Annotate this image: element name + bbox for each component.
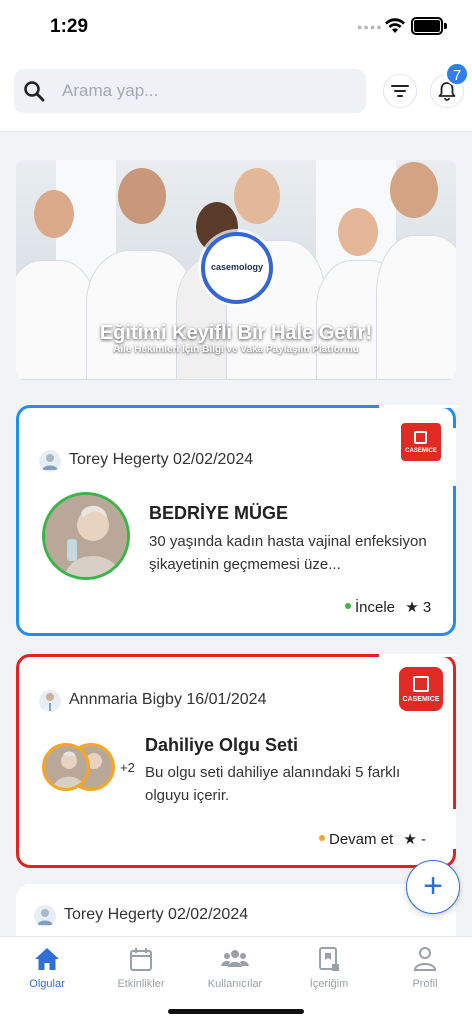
avatar xyxy=(39,450,61,472)
banner-title: Eğitimi Keyifli Bir Hale Getir! xyxy=(99,322,373,344)
doctor-head xyxy=(390,162,438,218)
avatar xyxy=(39,690,61,712)
add-button[interactable]: + xyxy=(406,860,460,914)
tab-iceriklerim[interactable]: İçeriğim xyxy=(282,937,376,1007)
case-set-card[interactable]: Annmaria Bigby 16/01/2024 CASEMICE +2 Da… xyxy=(16,654,459,868)
wifi-icon xyxy=(385,18,405,33)
filter-button[interactable] xyxy=(383,74,417,108)
promo-banner[interactable]: casemology Eğitimi Keyifli Bir Hale Geti… xyxy=(16,160,456,380)
calendar-icon xyxy=(130,948,152,971)
star-icon: ★ xyxy=(405,599,419,616)
doctor-head xyxy=(118,168,166,224)
tab-label: Profil xyxy=(412,978,438,990)
logo-label: CASEMICE xyxy=(402,696,440,703)
battery-icon xyxy=(411,17,443,35)
home-indicator xyxy=(168,1009,304,1014)
case-set-description: Bu olgu seti dahiliye alanındaki 5 farkl… xyxy=(145,764,401,804)
tab-profil[interactable]: Profil xyxy=(378,937,472,1007)
author-name: Annmaria Bigby 16/01/2024 xyxy=(69,691,267,708)
battery-tip xyxy=(444,23,447,29)
tab-etkinlikler[interactable]: Etkinlikler xyxy=(94,937,188,1007)
casemice-logo: CASEMICE xyxy=(401,423,441,461)
tab-olgular[interactable]: Olgular xyxy=(0,937,94,1007)
doctor-figure xyxy=(376,235,456,380)
casemice-logo: CASEMICE xyxy=(399,667,443,711)
home-icon xyxy=(35,948,59,970)
continue-link[interactable]: Devam et xyxy=(329,831,393,848)
case-set-meta: Devam et ★ - xyxy=(319,830,426,848)
case-photo xyxy=(42,743,90,791)
avatar xyxy=(34,905,56,927)
book-icon xyxy=(414,431,427,444)
star-icon: ★ xyxy=(403,831,417,848)
tab-label: İçeriğim xyxy=(309,978,349,990)
status-dot xyxy=(319,835,325,842)
border-gap xyxy=(379,654,459,657)
tab-label: Olgular xyxy=(29,978,65,990)
search-input[interactable] xyxy=(62,69,352,113)
banner-subtitle: Aile Hekimleri İçin Bilgi ve Vaka Paylaş… xyxy=(113,344,359,355)
search-bar[interactable] xyxy=(14,69,366,113)
case-photo[interactable] xyxy=(42,492,130,580)
rating-value: - xyxy=(421,831,426,848)
status-bar: 1:29 ●●●● xyxy=(0,0,472,56)
notification-badge: 7 xyxy=(445,62,469,86)
plus-icon: + xyxy=(423,867,443,905)
review-link[interactable]: İncele xyxy=(355,599,395,616)
doctor-head xyxy=(34,190,74,238)
status-dot xyxy=(345,603,351,610)
tab-label: Etkinlikler xyxy=(117,978,165,990)
book-icon xyxy=(413,676,429,692)
case-card[interactable]: Torey Hegerty 02/02/2024 CASEMICE BEDRİY… xyxy=(16,405,459,636)
author-name: Torey Hegerty 02/02/2024 xyxy=(69,451,254,468)
doctor-figure xyxy=(16,260,96,380)
extra-count: +2 xyxy=(120,760,135,775)
person-icon xyxy=(413,947,437,971)
book-icon xyxy=(319,947,339,971)
tab-kullanicilar[interactable]: Kullanıcılar xyxy=(188,937,282,1007)
users-icon xyxy=(221,950,249,967)
logo-label: CASEMICE xyxy=(405,448,437,454)
logo-text: casemology xyxy=(210,262,264,272)
tab-label: Kullanıcılar xyxy=(207,978,263,990)
status-time: 1:29 xyxy=(50,16,89,37)
doctor-head xyxy=(234,168,280,224)
header: 7 xyxy=(0,56,472,132)
doctor-head xyxy=(338,208,378,256)
case-description: 30 yaşında kadın hasta vajinal enfeksiyo… xyxy=(149,533,427,573)
border-gap xyxy=(453,428,456,486)
signal-icon: ●●●● xyxy=(357,22,383,32)
filter-icon xyxy=(391,85,409,97)
border-gap xyxy=(379,405,459,408)
case-set-title: Dahiliye Olgu Seti xyxy=(145,735,299,755)
author-name: Torey Hegerty 02/02/2024 xyxy=(64,906,249,923)
case-title: BEDRİYE MÜGE xyxy=(149,503,289,523)
border-gap xyxy=(453,809,456,849)
casemology-logo: casemology xyxy=(201,232,273,304)
case-meta: İncele ★ 3 xyxy=(345,598,431,616)
rating-value: 3 xyxy=(422,599,432,616)
search-icon xyxy=(24,81,45,102)
